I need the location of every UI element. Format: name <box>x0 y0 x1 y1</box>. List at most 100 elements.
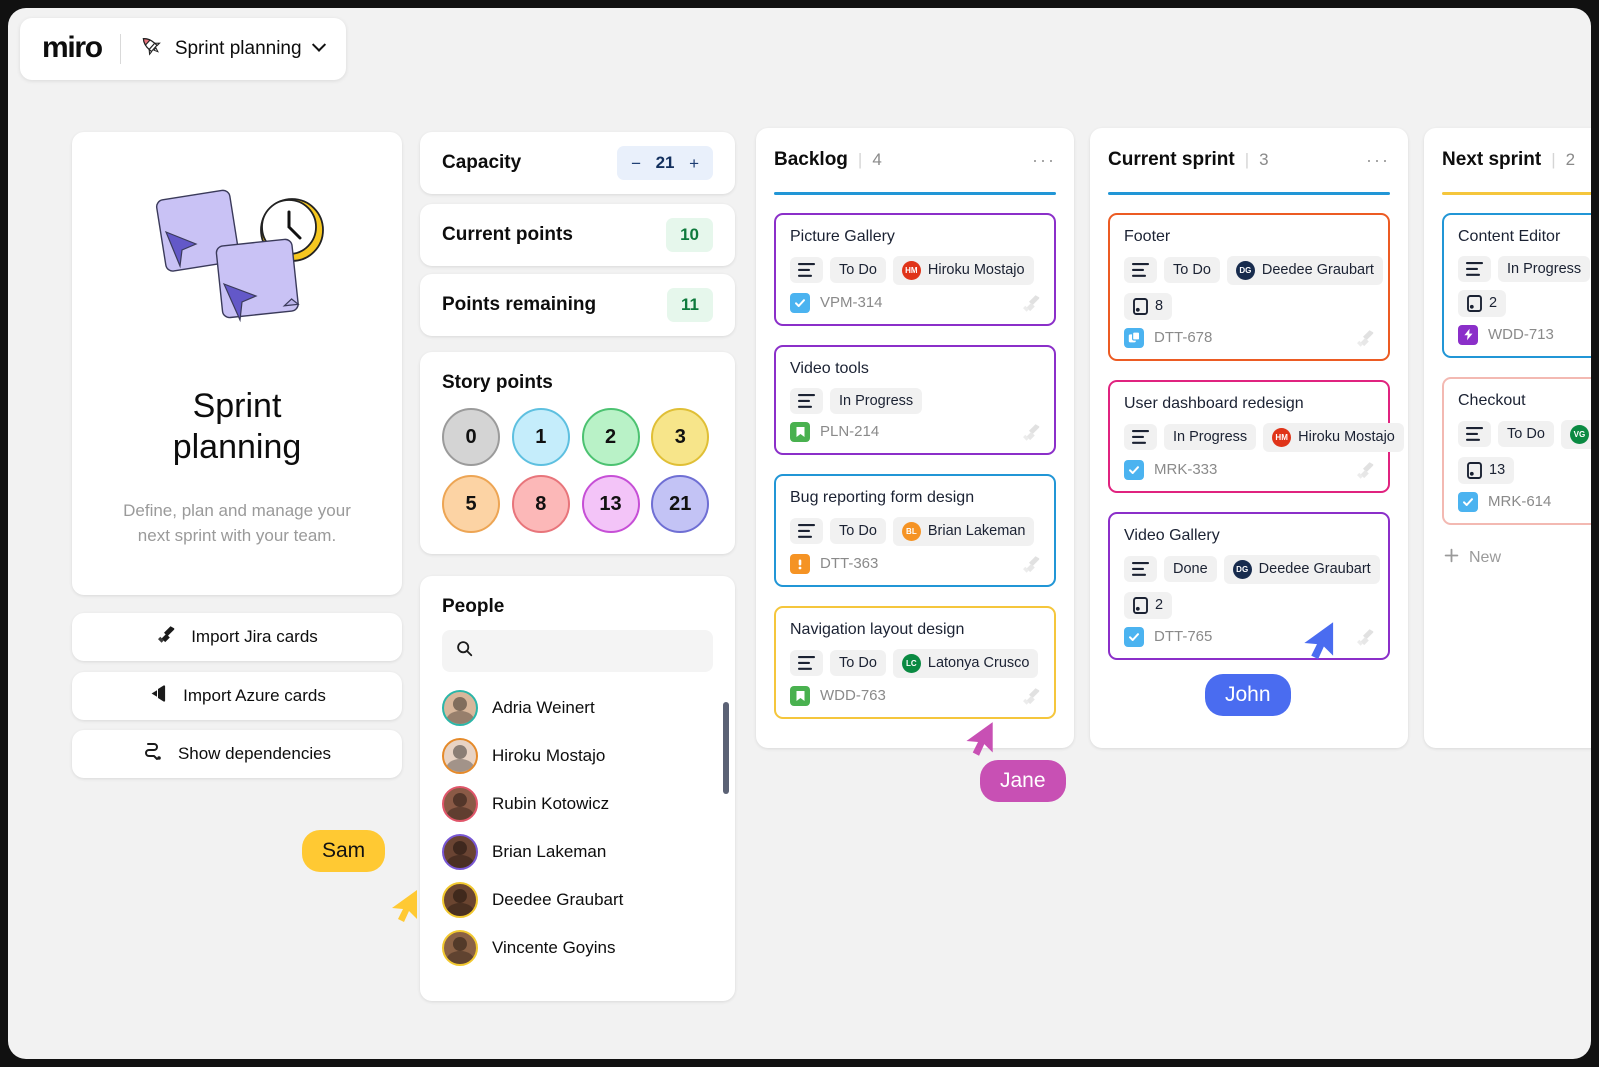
story-point-chip-21[interactable]: 21 <box>651 475 710 533</box>
jira-watermark-icon <box>1357 628 1374 646</box>
ticket-id[interactable]: MRK-614 <box>1488 493 1551 510</box>
capacity-stepper[interactable]: − 21 + <box>617 146 713 180</box>
ticket-id[interactable]: MRK-333 <box>1154 461 1217 478</box>
story-points-value: 2 <box>1155 597 1164 613</box>
task-card[interactable]: Video Gallery Done DG Deedee Graubart 2 DTT-7… <box>1108 511 1390 660</box>
search-icon <box>456 640 473 662</box>
avatar-initials: HM <box>1272 427 1292 447</box>
column-count: 3 <box>1259 150 1269 169</box>
status-chip[interactable]: To Do <box>1498 421 1554 447</box>
import-azure-cards-button[interactable]: Import Azure cards <box>72 672 402 720</box>
task-card[interactable]: Footer To Do DG Deedee Graubart 8 DTT-678 <box>1108 212 1390 361</box>
assignee-name: Deedee Graubart <box>1261 262 1374 278</box>
description-icon <box>798 393 815 408</box>
assignee-chip[interactable]: LC Latonya Crusco <box>892 648 1039 678</box>
description-icon <box>1124 556 1157 582</box>
people-name: Hiroku Mostajo <box>492 746 606 765</box>
story-point-chip-1[interactable]: 1 <box>511 408 570 466</box>
story-point-chip-3[interactable]: 3 <box>651 408 710 466</box>
capacity-decrement-button[interactable]: − <box>631 155 641 172</box>
task-card[interactable]: Navigation layout design To Do LC Latonya C… <box>774 605 1056 719</box>
task-card[interactable]: Checkout To DoVGV 13 MRK-614 <box>1442 376 1591 525</box>
chevron-down-icon[interactable] <box>311 37 326 52</box>
people-list-item[interactable]: Hiroku Mostajo <box>420 732 735 780</box>
people-panel: People Adria Weinert Hiroku Mostajo Rubin … <box>420 576 735 1001</box>
ticket-id[interactable]: WDD-763 <box>820 687 886 704</box>
status-chip[interactable]: To Do <box>830 518 886 544</box>
import-jira-cards-button[interactable]: Import Jira cards <box>72 613 402 661</box>
board-name[interactable]: Sprint planning <box>175 38 302 60</box>
status-chip[interactable]: In Progress <box>830 387 923 414</box>
people-list-item[interactable]: Vincente Goyins <box>420 924 735 972</box>
add-new-card-button[interactable]: New <box>1442 544 1591 582</box>
ticket-row: DTT-363 <box>790 553 1040 574</box>
miro-logo[interactable]: miro <box>42 32 103 66</box>
status-chip[interactable]: Done <box>1164 556 1217 582</box>
ticket-id[interactable]: VPM-314 <box>820 294 883 311</box>
capacity-increment-button[interactable]: + <box>689 155 699 172</box>
story-point-chip-2[interactable]: 2 <box>581 408 640 466</box>
assignee-name: Hiroku Mostajo <box>927 262 1025 278</box>
ticket-id[interactable]: DTT-678 <box>1154 329 1212 346</box>
capacity-label: Capacity <box>442 152 522 173</box>
people-scrollbar[interactable] <box>723 702 729 794</box>
people-list-item[interactable]: Rubin Kotowicz <box>420 780 735 828</box>
status-chip[interactable]: To Do <box>830 650 886 676</box>
task-card[interactable]: Bug reporting form design To Do BL Brian La… <box>774 473 1056 587</box>
column-header: Backlog | 4 ··· <box>774 128 1056 192</box>
assignee-chip[interactable]: DG Deedee Graubart <box>1226 255 1383 285</box>
task-card[interactable]: Content Editor In Progress 2 WDD-713 <box>1442 212 1591 358</box>
assignee-chip[interactable]: BL Brian Lakeman <box>892 516 1035 546</box>
people-list-item[interactable]: Adria Weinert <box>420 684 735 732</box>
description-icon <box>790 387 823 414</box>
story-point-chip-0[interactable]: 0 <box>442 408 500 466</box>
story-points-chip[interactable]: 13 <box>1458 456 1515 484</box>
show-dependencies-button[interactable]: Show dependencies <box>72 730 402 778</box>
story-points-value: 13 <box>1489 462 1506 478</box>
assignee-chip[interactable]: VGV <box>1560 419 1591 449</box>
story-points-icon <box>1133 297 1148 315</box>
capacity-value: 21 <box>655 153 675 172</box>
task-card-title: Content Editor <box>1458 227 1561 245</box>
cursor-pointer-icon <box>392 890 417 922</box>
story-point-chip-8[interactable]: 8 <box>511 475 570 533</box>
status-chip[interactable]: In Progress <box>1498 255 1591 282</box>
task-card[interactable]: Video tools In Progress PLN-214 <box>774 344 1056 455</box>
people-list-item[interactable]: Brian Lakeman <box>420 828 735 876</box>
story-points-chip[interactable]: 2 <box>1124 591 1173 619</box>
status-chip[interactable]: To Do <box>830 257 886 283</box>
description-icon <box>790 257 823 283</box>
search-input[interactable] <box>483 642 699 660</box>
task-card[interactable]: Picture Gallery To Do HM Hiroku Mostajo VPM-… <box>774 212 1056 326</box>
assignee-chip[interactable]: DG Deedee Graubart <box>1223 554 1380 584</box>
ticket-id[interactable]: PLN-214 <box>820 423 879 440</box>
capacity-panel: Capacity − 21 + <box>420 132 735 194</box>
people-list-item[interactable]: Deedee Graubart <box>420 876 735 924</box>
ticket-row: MRK-333 <box>1124 459 1374 480</box>
avatar-initials: BL <box>901 521 921 541</box>
assignee-name: Brian Lakeman <box>927 523 1026 539</box>
task-card[interactable]: User dashboard redesign In Progress HM Hiro… <box>1108 379 1404 493</box>
people-name: Adria Weinert <box>492 698 595 717</box>
story-points-chip[interactable]: 8 <box>1124 292 1173 320</box>
column-menu-button[interactable]: ··· <box>1032 150 1056 171</box>
story-point-chip-13[interactable]: 13 <box>581 475 640 533</box>
story-bookmark-icon <box>790 685 810 706</box>
ticket-id[interactable]: DTT-765 <box>1154 628 1212 645</box>
cursor-pointer-icon <box>966 722 993 756</box>
ticket-row: MRK-614 <box>1458 491 1591 512</box>
ticket-row: DTT-678 <box>1124 327 1374 348</box>
board-column-next-sprint: Next sprint|2···Content EditorIn Progres… <box>1424 128 1591 748</box>
status-chip[interactable]: To Do <box>1164 257 1220 283</box>
assignee-chip[interactable]: HM Hiroku Mostajo <box>892 255 1034 285</box>
story-point-chip-5[interactable]: 5 <box>442 475 500 533</box>
jira-watermark-icon <box>1357 329 1374 347</box>
ticket-id[interactable]: DTT-363 <box>820 555 878 572</box>
story-points-chip[interactable]: 2 <box>1458 289 1507 317</box>
people-search[interactable] <box>442 630 713 672</box>
ticket-id[interactable]: WDD-713 <box>1488 326 1554 343</box>
column-menu-button[interactable]: ··· <box>1366 150 1390 171</box>
status-chip[interactable]: In Progress <box>1164 424 1257 450</box>
assignee-chip[interactable]: HM Hiroku Mostajo <box>1263 422 1404 452</box>
avatar-initials: LC <box>901 653 921 673</box>
